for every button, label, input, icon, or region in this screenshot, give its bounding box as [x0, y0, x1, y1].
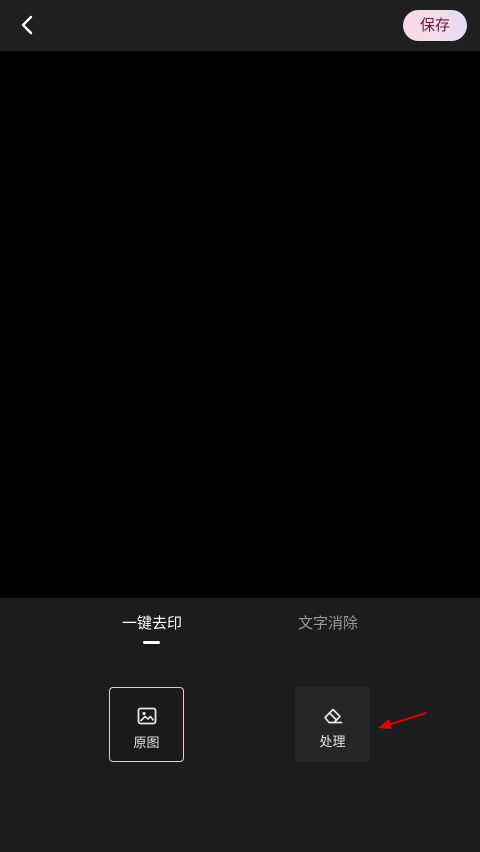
original-image-label: 原图	[133, 736, 160, 751]
chevron-left-icon	[21, 15, 33, 35]
tab-one-click-remove[interactable]: 一键去印	[122, 612, 182, 633]
tab-indicator	[143, 641, 160, 644]
annotation-arrow-icon	[378, 712, 427, 729]
image-icon	[137, 707, 156, 725]
process-button[interactable]: 处理	[295, 687, 370, 762]
top-bar: 保存	[0, 0, 480, 51]
back-button[interactable]	[12, 10, 42, 40]
save-button[interactable]: 保存	[403, 10, 467, 41]
process-label: 处理	[319, 735, 346, 750]
tab-text-erase[interactable]: 文字消除	[298, 612, 358, 633]
eraser-icon	[323, 708, 342, 724]
original-image-button[interactable]: 原图	[109, 687, 184, 762]
image-preview-canvas	[0, 51, 480, 598]
